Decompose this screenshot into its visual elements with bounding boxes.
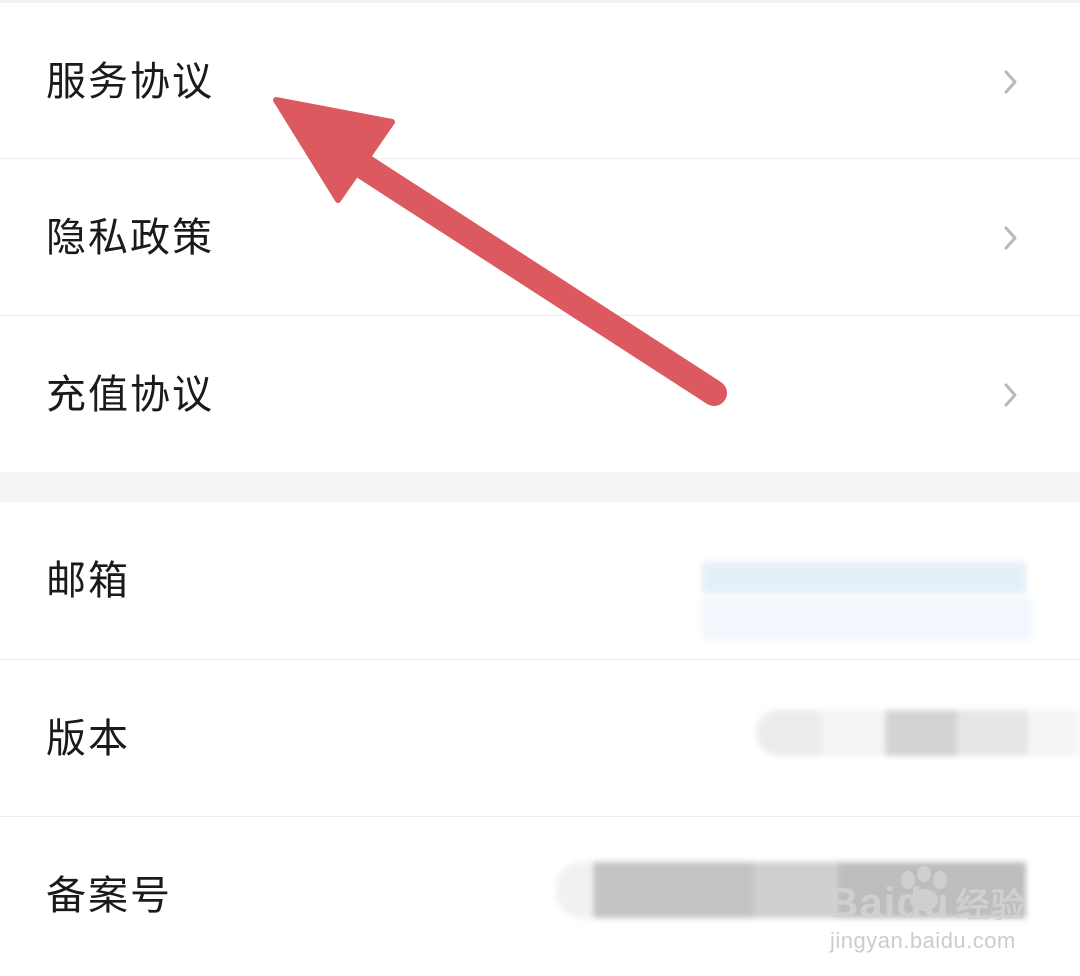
- watermark-brand: Baidu 经验: [828, 878, 1026, 927]
- watermark-url: jingyan.baidu.com: [830, 928, 1016, 953]
- watermark: Baidu 经验 jingyan.baidu.com: [828, 866, 1068, 956]
- watermark-brand-en: Baidu: [828, 879, 950, 926]
- annotation-arrow: [273, 97, 727, 406]
- watermark-brand-cn: 经验: [955, 887, 1026, 925]
- arrow-shaft: [347, 151, 727, 406]
